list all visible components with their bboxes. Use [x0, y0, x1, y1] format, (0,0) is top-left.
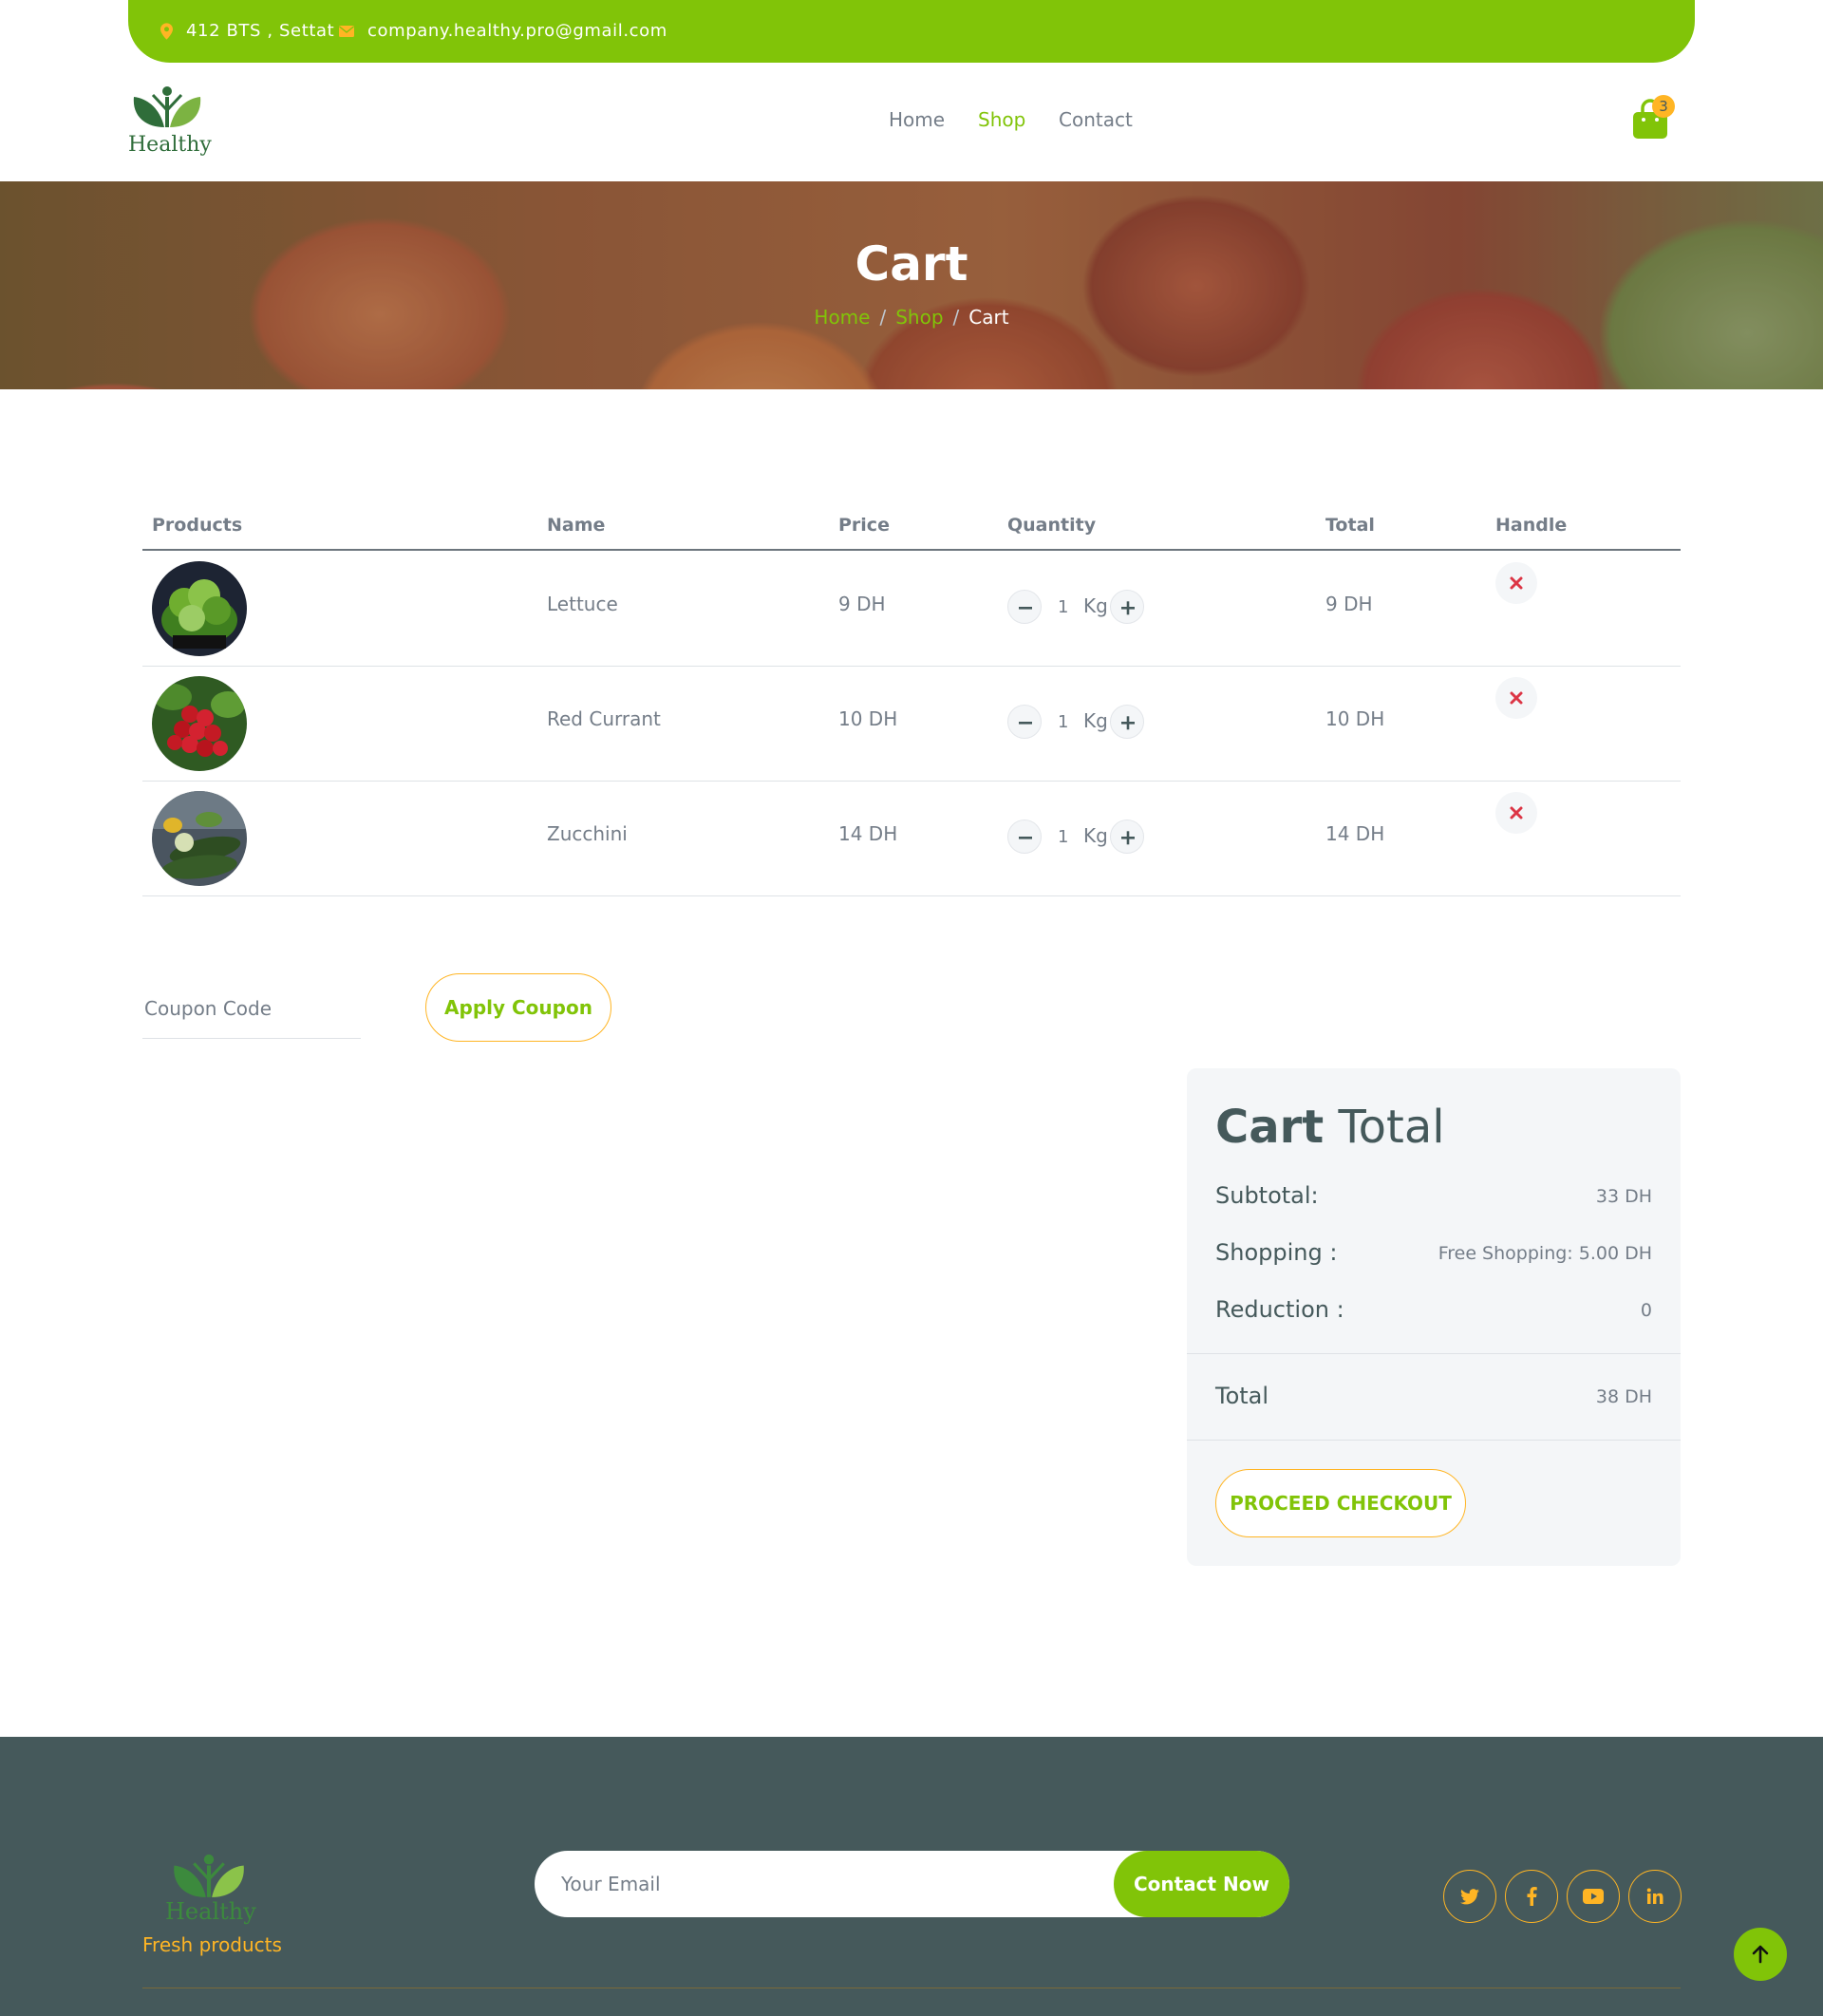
breadcrumb-current: Cart: [968, 306, 1009, 329]
linkedin-icon: [1646, 1888, 1663, 1904]
grand-total-label: Total: [1215, 1383, 1269, 1409]
quantity-unit: Kg: [1083, 594, 1108, 617]
product-image-red-currant: [152, 676, 247, 771]
close-icon: [1510, 576, 1523, 590]
quantity-unit: Kg: [1083, 824, 1108, 847]
cart-total-title-bold: Cart: [1215, 1101, 1325, 1154]
map-pin-icon: [160, 22, 173, 40]
breadcrumb-separator: /: [879, 306, 887, 329]
quantity-unit: Kg: [1083, 709, 1108, 732]
minus-icon: [1019, 837, 1032, 839]
minus-icon: [1019, 607, 1032, 610]
email-info[interactable]: company.healthy.pro@gmail.com: [339, 21, 667, 41]
quantity-value[interactable]: 1: [1058, 827, 1068, 847]
col-header-products: Products: [152, 515, 243, 536]
apply-coupon-button[interactable]: Apply Coupon: [425, 973, 611, 1042]
item-price: 14 DH: [838, 822, 898, 845]
product-image-zucchini: [152, 791, 247, 886]
breadcrumb: Home / Shop / Cart: [0, 306, 1823, 329]
item-total: 14 DH: [1325, 822, 1385, 845]
col-header-quantity: Quantity: [1007, 515, 1097, 536]
page-title: Cart: [855, 236, 968, 292]
nav-contact[interactable]: Contact: [1059, 108, 1133, 131]
close-icon: [1510, 691, 1523, 705]
leaf-logo-icon: [174, 1854, 244, 1897]
item-total: 10 DH: [1325, 707, 1385, 730]
total-divider: [1187, 1440, 1681, 1441]
close-icon: [1510, 806, 1523, 820]
twitter-button[interactable]: [1443, 1870, 1496, 1923]
table-header-divider: [142, 549, 1681, 551]
item-price: 10 DH: [838, 707, 898, 730]
brand-logo[interactable]: Healthy: [126, 84, 212, 161]
plus-icon: [1121, 601, 1135, 615]
quantity-increase-button[interactable]: [1110, 705, 1144, 739]
breadcrumb-home[interactable]: Home: [814, 306, 870, 329]
footer-tagline: Fresh products: [142, 1933, 282, 1956]
youtube-icon: [1583, 1889, 1604, 1904]
address-text: 412 BTS , Settat: [186, 21, 335, 41]
cart-count-badge: 3: [1652, 95, 1675, 118]
proceed-checkout-button[interactable]: PROCEED CHECKOUT: [1215, 1469, 1466, 1537]
plus-icon: [1121, 716, 1135, 730]
breadcrumb-separator: /: [952, 306, 960, 329]
reduction-value: 0: [1640, 1300, 1652, 1321]
facebook-icon: [1527, 1887, 1537, 1906]
subtotal-label: Subtotal:: [1215, 1182, 1319, 1209]
brand-name: Healthy: [128, 133, 212, 157]
shipping-label: Shopping :: [1215, 1239, 1338, 1266]
arrow-up-icon: [1752, 1945, 1769, 1964]
top-info-bar: 412 BTS , Settat company.healthy.pro@gma…: [128, 0, 1695, 63]
quantity-value[interactable]: 1: [1058, 597, 1068, 617]
twitter-icon: [1460, 1888, 1479, 1904]
quantity-decrease-button[interactable]: [1007, 705, 1042, 739]
back-to-top-button[interactable]: [1734, 1928, 1787, 1981]
total-divider: [1187, 1353, 1681, 1354]
col-header-name: Name: [547, 515, 606, 536]
breadcrumb-shop[interactable]: Shop: [895, 306, 943, 329]
grand-total-value: 38 DH: [1595, 1386, 1652, 1407]
item-price: 9 DH: [838, 593, 886, 615]
footer-brand-name: Healthy: [165, 1898, 256, 1925]
minus-icon: [1019, 722, 1032, 725]
row-divider: [142, 666, 1681, 667]
product-image-lettuce: [152, 561, 247, 656]
reduction-label: Reduction :: [1215, 1296, 1344, 1323]
contact-now-button[interactable]: Contact Now: [1114, 1851, 1289, 1917]
coupon-code-input[interactable]: [142, 978, 361, 1039]
item-name: Lettuce: [547, 593, 618, 615]
facebook-button[interactable]: [1505, 1870, 1558, 1923]
remove-item-button[interactable]: [1495, 792, 1537, 834]
email-text[interactable]: company.healthy.pro@gmail.com: [367, 21, 667, 41]
quantity-increase-button[interactable]: [1110, 590, 1144, 624]
leaf-logo-icon: [133, 86, 201, 127]
nav-home[interactable]: Home: [889, 108, 945, 131]
quantity-decrease-button[interactable]: [1007, 590, 1042, 624]
col-header-price: Price: [838, 515, 890, 536]
item-name: Zucchini: [547, 822, 628, 845]
nav-shop[interactable]: Shop: [978, 108, 1025, 131]
remove-item-button[interactable]: [1495, 677, 1537, 719]
envelope-icon: [339, 25, 354, 37]
linkedin-button[interactable]: [1628, 1870, 1682, 1923]
row-divider: [142, 895, 1681, 896]
quantity-decrease-button[interactable]: [1007, 820, 1042, 854]
col-header-handle: Handle: [1495, 515, 1568, 536]
youtube-button[interactable]: [1567, 1870, 1620, 1923]
shipping-value: Free Shopping: 5.00 DH: [1438, 1243, 1652, 1264]
item-name: Red Currant: [547, 707, 661, 730]
plus-icon: [1121, 831, 1135, 845]
item-total: 9 DH: [1325, 593, 1373, 615]
subtotal-value: 33 DH: [1595, 1186, 1652, 1207]
cart-total-title: Cart Total: [1215, 1101, 1445, 1154]
remove-item-button[interactable]: [1495, 562, 1537, 604]
address-info: 412 BTS , Settat: [160, 21, 334, 41]
quantity-increase-button[interactable]: [1110, 820, 1144, 854]
newsletter-email-input[interactable]: [561, 1851, 1055, 1917]
quantity-value[interactable]: 1: [1058, 712, 1068, 732]
col-header-total: Total: [1325, 515, 1375, 536]
cart-total-title-rest: Total: [1338, 1101, 1445, 1154]
row-divider: [142, 781, 1681, 782]
